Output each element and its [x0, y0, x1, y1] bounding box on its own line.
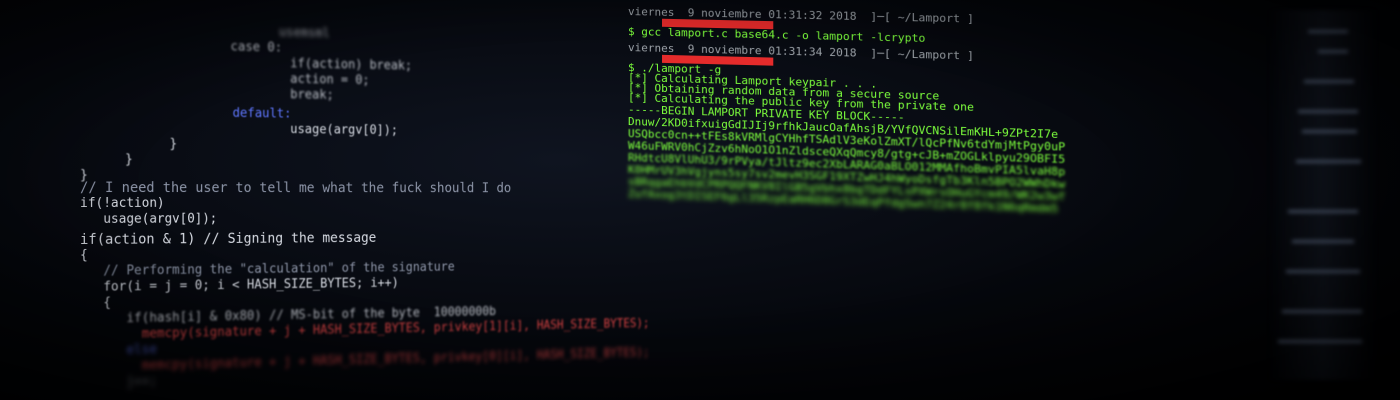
- code-line: {: [80, 295, 111, 311]
- code-line: for(i = j = 0; i < HASH_SIZE_BYTES; i++): [80, 275, 399, 295]
- code-line: }: [139, 136, 178, 152]
- code-line: case 0:: [177, 38, 283, 56]
- code-line: if(!action): [80, 195, 165, 211]
- terminal-window: viernes 9 noviembre 01:31:32 2018 ]─[ ~/…: [628, 5, 1169, 226]
- code-line: usage(argv[0]);: [80, 211, 218, 227]
- code-line: memcpy(signature + j + HASH_SIZE_BYTES, …: [80, 345, 650, 375]
- code-editor-view: usemsml case 0: if(action) break; action…: [80, 20, 649, 391]
- code-line: break;: [216, 86, 334, 103]
- code-comment: // I need the user to tell me what the f…: [80, 180, 512, 196]
- code-line: {: [80, 247, 88, 263]
- photo-scene: usemsml case 0: if(action) break; action…: [0, 0, 1400, 400]
- code-line: usage(argv[0]);: [216, 121, 398, 138]
- code-line: else: [80, 342, 157, 359]
- code-line: if(action & 1) // Signing the message: [80, 230, 377, 248]
- code-line: default:: [187, 105, 292, 122]
- blurred-side-panel: [1268, 10, 1378, 380]
- code-line: j++;: [80, 373, 157, 391]
- code-line: }: [109, 152, 133, 168]
